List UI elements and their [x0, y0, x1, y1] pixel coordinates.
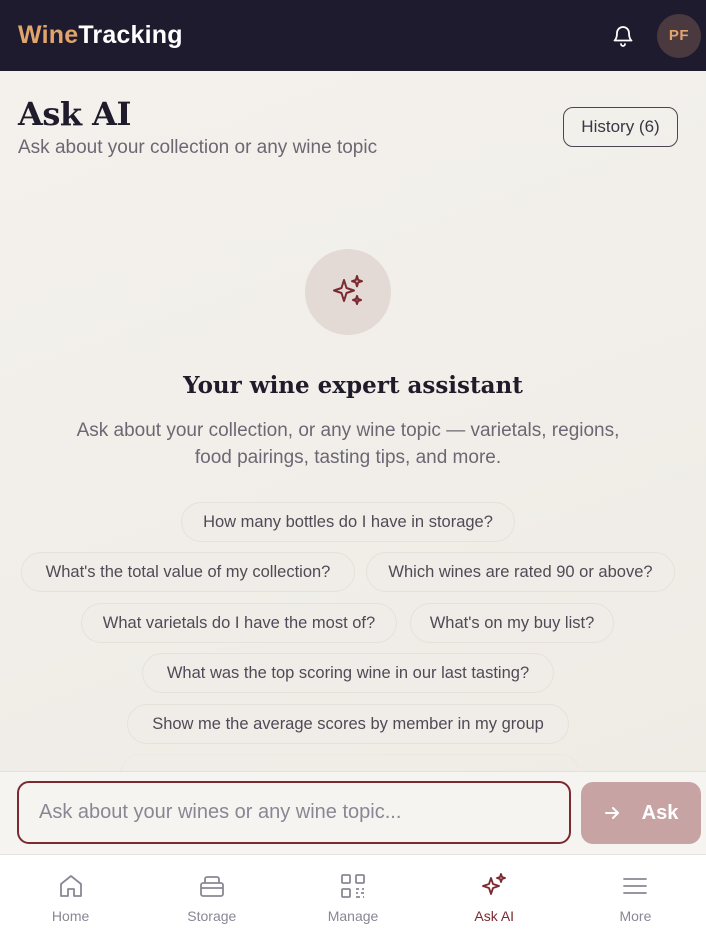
- nav-label-manage: Manage: [327, 908, 379, 924]
- hero-title: Your wine expert assistant: [183, 372, 523, 399]
- sparkles-icon: [479, 871, 509, 901]
- page-subtitle: Ask about your collection or any wine to…: [18, 137, 378, 158]
- suggestion-chip-partial[interactable]: [120, 754, 580, 771]
- storage-icon: [197, 871, 227, 901]
- nav-label-storage: Storage: [187, 908, 237, 924]
- suggestion-chip[interactable]: Which wines are rated 90 or above?: [366, 552, 675, 592]
- suggestion-chip[interactable]: What varietals do I have the most of?: [81, 603, 397, 643]
- main-content: Ask AI Ask about your collection or any …: [0, 71, 706, 771]
- arrow-right-icon: [604, 807, 619, 819]
- ask-composer: Ask: [0, 771, 706, 854]
- ask-button-label: Ask: [641, 801, 679, 824]
- bell-icon[interactable]: [611, 24, 635, 48]
- page-title: Ask AI: [18, 95, 131, 133]
- menu-icon: [620, 871, 650, 901]
- suggestion-chip[interactable]: Show me the average scores by member in …: [127, 704, 569, 744]
- app-root: WineTracking PF Ask AI Ask about your co…: [0, 0, 706, 936]
- brand-tracking-text: Tracking: [78, 21, 183, 49]
- top-actions: PF: [611, 13, 701, 58]
- top-bar: WineTracking PF: [0, 0, 706, 71]
- ask-button[interactable]: Ask: [581, 782, 701, 844]
- nav-label-ask-ai: Ask AI: [474, 908, 515, 924]
- nav-item-home[interactable]: Home: [0, 855, 141, 936]
- suggestion-chip[interactable]: How many bottles do I have in storage?: [181, 502, 515, 542]
- ask-input[interactable]: [17, 781, 571, 844]
- brand-wine-text: Wine: [18, 21, 79, 49]
- nav-item-ask-ai[interactable]: Ask AI: [424, 855, 565, 936]
- hero-description-line-2: food pairings, tasting tips, and more.: [194, 447, 502, 468]
- nav-item-storage[interactable]: Storage: [141, 855, 282, 936]
- suggestion-chip[interactable]: What's on my buy list?: [410, 603, 614, 643]
- hero-description: Ask about your collection, or any wine t…: [40, 417, 656, 471]
- suggestion-chip[interactable]: What's the total value of my collection?: [21, 552, 355, 592]
- nav-item-more[interactable]: More: [565, 855, 706, 936]
- hero-description-line-1: Ask about your collection, or any wine t…: [76, 420, 620, 441]
- nav-label-more: More: [619, 908, 652, 924]
- nav-label-home: Home: [51, 908, 90, 924]
- brand-logo[interactable]: WineTracking: [18, 21, 183, 50]
- sparkles-icon: [333, 275, 363, 305]
- qr-code-icon: [338, 871, 368, 901]
- avatar[interactable]: PF: [657, 13, 701, 58]
- history-button[interactable]: History (6): [563, 107, 678, 147]
- suggestion-chip[interactable]: What was the top scoring wine in our las…: [142, 653, 554, 693]
- nav-item-manage[interactable]: Manage: [282, 855, 423, 936]
- hero-icon-badge: [305, 249, 391, 335]
- home-icon: [56, 871, 86, 901]
- bottom-nav: Home Storage Manage Ask AI More: [0, 854, 706, 936]
